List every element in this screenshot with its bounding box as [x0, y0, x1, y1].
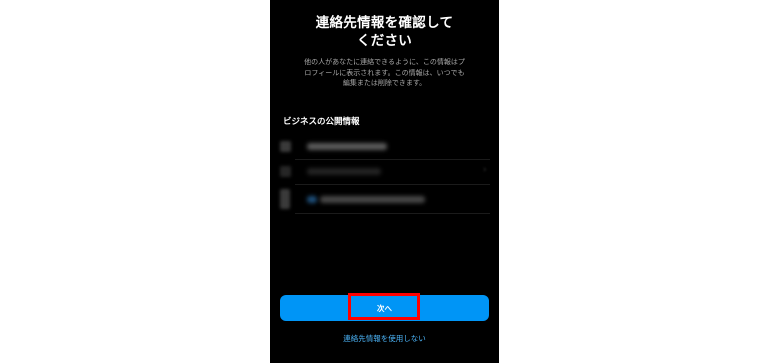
skip-contact-info-link[interactable]: 連絡先情報を使用しない [270, 333, 499, 344]
phone-field[interactable] [280, 189, 490, 209]
page-title-line1: 連絡先情報を確認して [315, 15, 454, 31]
address-field[interactable] [280, 162, 490, 182]
chevron-right-icon: › [483, 165, 487, 175]
phone-value-blurred [320, 196, 425, 203]
address-value-blurred [307, 168, 381, 175]
description-text: 他の人があなたに連絡できるように、この情報はプ ロフィールに表示されます。この情… [286, 57, 483, 89]
page-title: 連絡先情報を確認して ください [270, 14, 499, 50]
divider [295, 159, 490, 160]
phone-icon [280, 189, 290, 209]
next-button[interactable]: 次へ [280, 295, 489, 321]
divider [295, 213, 490, 214]
section-title: ビジネスの公開情報 [283, 117, 360, 127]
divider [295, 184, 490, 185]
description-line3: 編集または削除できます。 [342, 79, 427, 87]
country-code-blurred [307, 196, 317, 203]
location-icon [280, 166, 291, 177]
description-line1: 他の人があなたに連絡できるように、この情報はプ [304, 58, 465, 66]
email-value-blurred [307, 143, 387, 150]
email-field[interactable] [280, 137, 490, 157]
description-line2: ロフィールに表示されます。この情報は、いつでも [304, 68, 465, 77]
phone-screen: 連絡先情報を確認して ください 他の人があなたに連絡できるように、この情報はプ … [270, 0, 499, 363]
page-title-line2: ください [356, 33, 413, 49]
email-icon [280, 141, 291, 152]
